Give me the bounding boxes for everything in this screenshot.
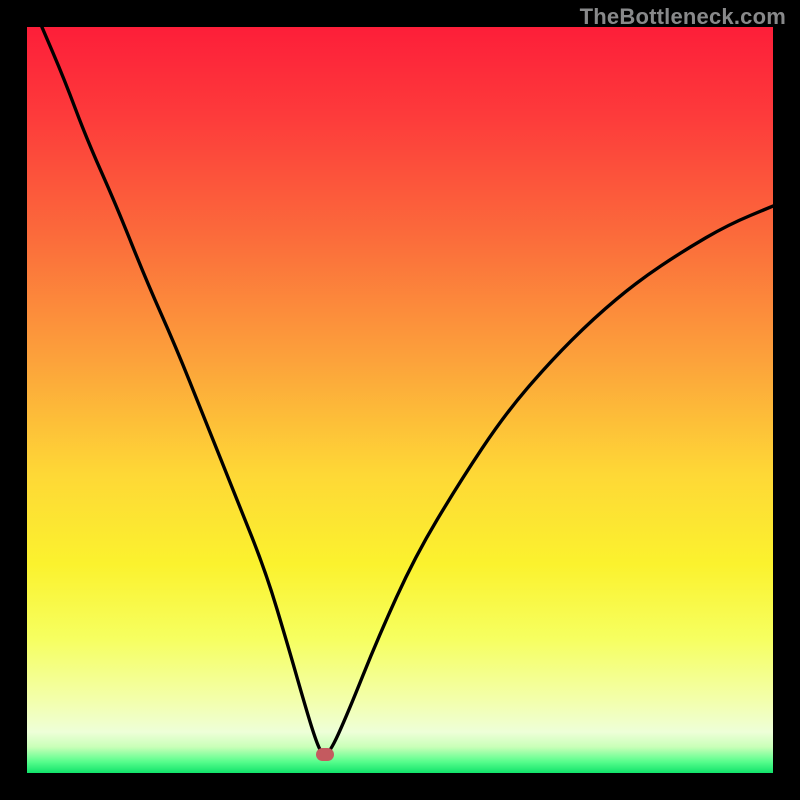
watermark-text: TheBottleneck.com (580, 4, 786, 30)
minimum-marker (316, 748, 334, 761)
chart-frame: TheBottleneck.com (0, 0, 800, 800)
plot-area (27, 27, 773, 773)
bottleneck-curve (27, 27, 773, 773)
